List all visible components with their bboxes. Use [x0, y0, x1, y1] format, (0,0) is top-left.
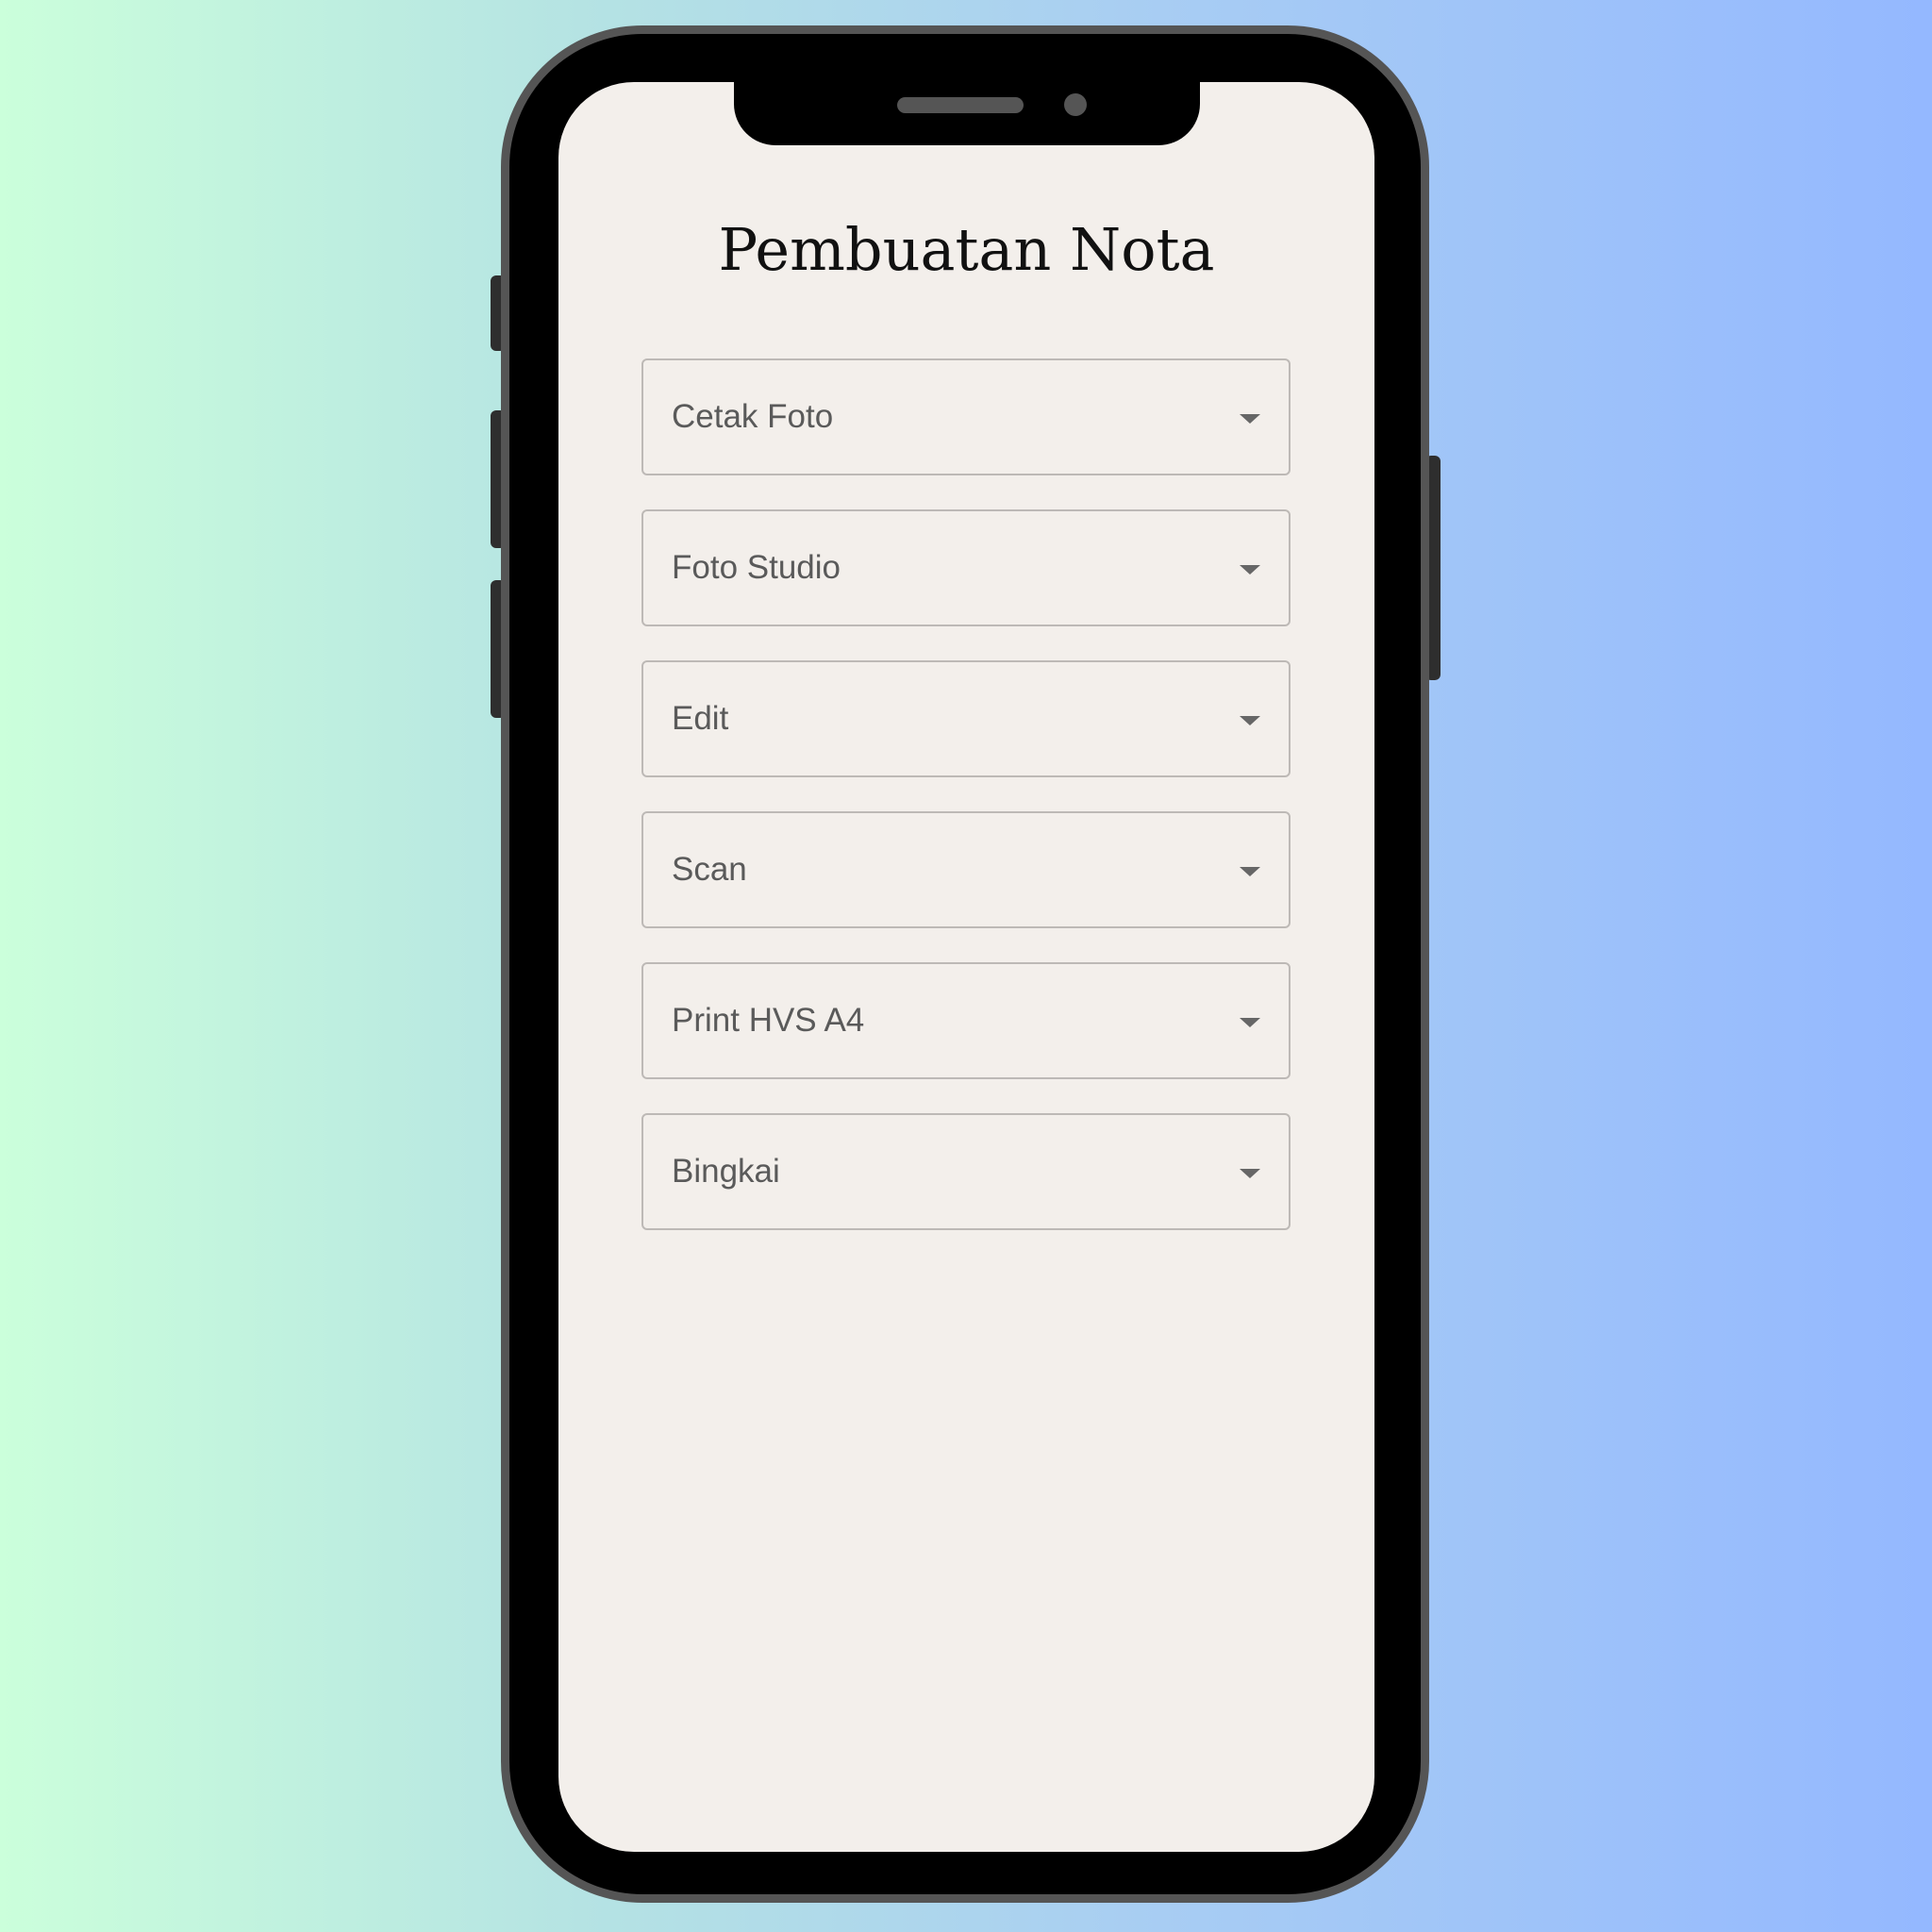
chevron-down-icon — [1240, 1169, 1260, 1178]
select-foto-studio[interactable]: Foto Studio — [641, 509, 1291, 626]
chevron-down-icon — [1240, 414, 1260, 424]
chevron-down-icon — [1240, 867, 1260, 876]
select-value: Scan — [672, 851, 747, 888]
chevron-down-icon — [1240, 1018, 1260, 1027]
select-bingkai[interactable]: Bingkai — [641, 1113, 1291, 1230]
chevron-down-icon — [1240, 716, 1260, 725]
select-cetak-foto[interactable]: Cetak Foto — [641, 358, 1291, 475]
select-edit[interactable]: Edit — [641, 660, 1291, 777]
select-scan[interactable]: Scan — [641, 811, 1291, 928]
page-title: Pembuatan Nota — [718, 215, 1215, 284]
select-value: Cetak Foto — [672, 398, 834, 435]
select-print-hvs-a4[interactable]: Print HVS A4 — [641, 962, 1291, 1079]
select-value: Bingkai — [672, 1153, 780, 1190]
service-select-list: Cetak Foto Foto Studio Edit Scan Print H… — [641, 358, 1291, 1264]
select-value: Edit — [672, 700, 729, 737]
speaker-grille — [897, 97, 1024, 113]
select-value: Foto Studio — [672, 549, 841, 586]
front-camera-icon — [1064, 93, 1087, 116]
chevron-down-icon — [1240, 565, 1260, 575]
select-value: Print HVS A4 — [672, 1002, 865, 1039]
